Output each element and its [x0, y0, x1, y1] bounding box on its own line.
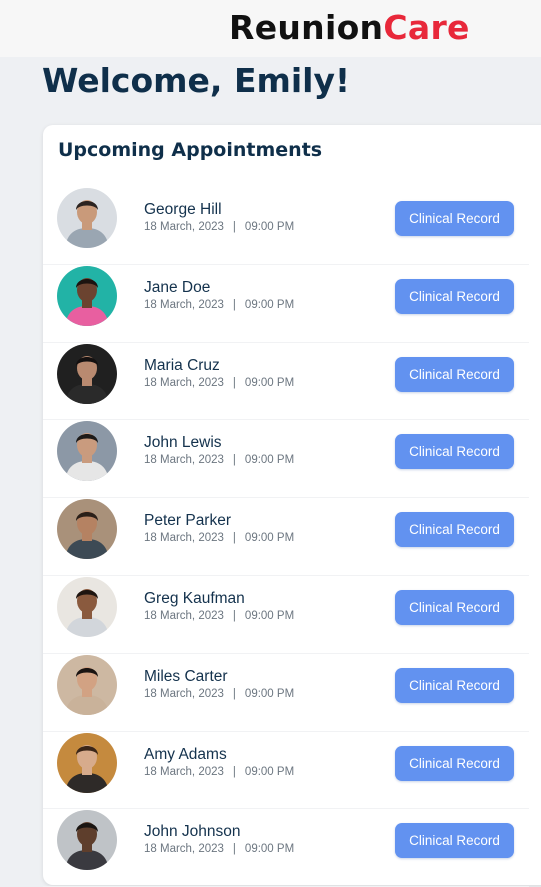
appointment-date: 18 March, 2023	[144, 609, 224, 622]
appointments-card: Upcoming Appointments George Hill 18 Mar…	[43, 125, 541, 887]
datetime-separator: |	[232, 765, 236, 778]
appointment-time: 09:00 PM	[244, 765, 295, 778]
avatar	[57, 343, 117, 404]
appointment-time: 09:00 PM	[244, 609, 295, 622]
appointment-date: 18 March, 2023	[144, 687, 224, 700]
appointment-row: Peter Parker 18 March, 2023 | 09:00 PM Cli…	[43, 498, 529, 576]
avatar	[57, 188, 117, 248]
appointment-row: John Johnson 18 March, 2023 | 09:00 PM Cli…	[43, 809, 529, 887]
appointment-time: 09:00 PM	[244, 376, 295, 389]
appointment-row: Miles Carter 18 March, 2023 | 09:00 PM Cli…	[43, 654, 529, 732]
appointment-date: 18 March, 2023	[144, 765, 224, 778]
patient-name: George Hill	[144, 201, 222, 218]
datetime-separator: |	[232, 454, 236, 467]
appointment-datetime: 18 March, 2023 | 09:00 PM	[144, 843, 294, 855]
appointment-row: Amy Adams 18 March, 2023 | 09:00 PM Clinic…	[43, 732, 529, 810]
appointment-datetime: 18 March, 2023 | 09:00 PM	[144, 610, 294, 622]
datetime-separator: |	[232, 843, 236, 856]
top-bar: ReunionCare	[0, 0, 541, 57]
patient-name: Peter Parker	[144, 512, 232, 530]
page-title: Welcome, Emily!	[42, 61, 351, 100]
appointment-time: 09:00 PM	[244, 454, 295, 467]
avatar	[57, 421, 117, 482]
appointment-row: Jane Doe 18 March, 2023 | 09:00 PM Clinica…	[43, 265, 529, 343]
avatar	[57, 499, 117, 560]
appointment-date: 18 March, 2023	[144, 376, 224, 389]
appointments-list: George Hill 18 March, 2023 | 09:00 PM Clin…	[43, 187, 529, 887]
datetime-separator: |	[232, 298, 236, 311]
avatar	[57, 576, 117, 637]
appointment-time: 09:00 PM	[244, 298, 295, 311]
logo-text-care: Care	[383, 8, 470, 47]
clinical-record-button[interactable]: Clinical Record	[395, 434, 514, 470]
appointment-row: George Hill 18 March, 2023 | 09:00 PM Clin…	[43, 187, 529, 265]
patient-name: Greg Kaufman	[144, 589, 245, 607]
appointment-time: 09:00 PM	[244, 687, 295, 700]
clinical-record-button[interactable]: Clinical Record	[395, 745, 514, 781]
avatar	[57, 810, 117, 871]
avatar	[57, 265, 117, 326]
appointment-date: 18 March, 2023	[144, 454, 224, 467]
appointment-row: Greg Kaufman 18 March, 2023 | 09:00 PM Cli…	[43, 576, 529, 654]
appointment-date: 18 March, 2023	[144, 532, 224, 545]
datetime-separator: |	[232, 532, 236, 545]
appointment-datetime: 18 March, 2023 | 09:00 PM	[144, 377, 294, 389]
clinical-record-button[interactable]: Clinical Record	[395, 278, 514, 314]
patient-name: Maria Cruz	[144, 356, 220, 374]
clinical-record-button[interactable]: Clinical Record	[395, 823, 514, 859]
appointment-date: 18 March, 2023	[144, 843, 224, 856]
patient-name: John Lewis	[144, 434, 222, 452]
patient-name: Miles Carter	[144, 667, 228, 685]
appointment-date: 18 March, 2023	[144, 221, 224, 233]
appointment-row: Maria Cruz 18 March, 2023 | 09:00 PM Clini…	[43, 343, 529, 421]
clinical-record-button[interactable]: Clinical Record	[395, 356, 514, 392]
clinical-record-button[interactable]: Clinical Record	[395, 589, 514, 625]
appointment-datetime: 18 March, 2023 | 09:00 PM	[144, 688, 294, 700]
appointment-datetime: 18 March, 2023 | 09:00 PM	[144, 454, 294, 466]
patient-name: John Johnson	[144, 823, 241, 841]
datetime-separator: |	[232, 376, 236, 389]
appointment-datetime: 18 March, 2023 | 09:00 PM	[144, 221, 294, 233]
patient-name: Amy Adams	[144, 745, 227, 763]
logo-text-reunion: Reunion	[229, 8, 384, 47]
datetime-separator: |	[232, 221, 236, 233]
avatar	[57, 654, 117, 715]
clinical-record-button[interactable]: Clinical Record	[395, 667, 514, 703]
appointment-time: 09:00 PM	[244, 843, 295, 856]
datetime-separator: |	[232, 687, 236, 700]
avatar	[57, 732, 117, 793]
clinical-record-button[interactable]: Clinical Record	[395, 512, 514, 548]
datetime-separator: |	[232, 609, 236, 622]
patient-name: Jane Doe	[144, 278, 211, 296]
appointment-datetime: 18 March, 2023 | 09:00 PM	[144, 766, 294, 778]
clinical-record-button[interactable]: Clinical Record	[395, 201, 514, 236]
appointment-time: 09:00 PM	[244, 221, 295, 233]
appointment-row: John Lewis 18 March, 2023 | 09:00 PM Clini…	[43, 420, 529, 499]
appointments-title: Upcoming Appointments	[58, 139, 323, 161]
reunioncare-logo[interactable]: ReunionCare	[229, 6, 470, 50]
appointment-date: 18 March, 2023	[144, 298, 224, 311]
appointment-datetime: 18 March, 2023 | 09:00 PM	[144, 532, 294, 544]
appointment-datetime: 18 March, 2023 | 09:00 PM	[144, 299, 294, 311]
appointment-time: 09:00 PM	[244, 532, 295, 545]
